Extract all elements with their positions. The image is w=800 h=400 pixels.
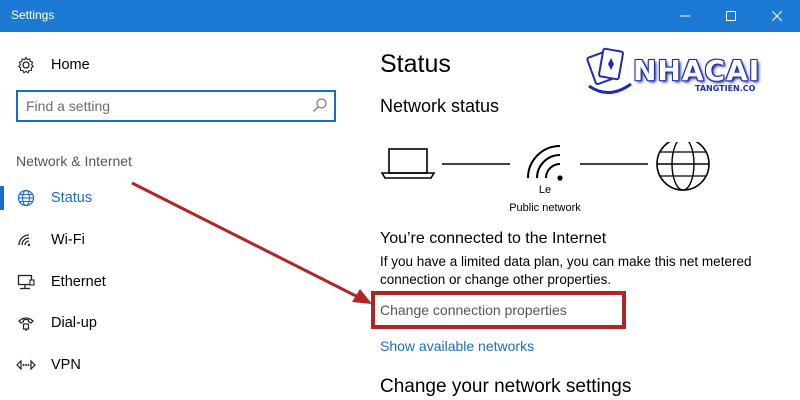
change-connection-properties-link[interactable]: Change connection properties [380,302,567,318]
sidebar-item-label: Home [51,57,90,73]
sidebar-item-wifi[interactable]: Wi-Fi [0,222,360,258]
sidebar-item-status[interactable]: Status [0,180,360,216]
laptop-icon [380,148,436,179]
sidebar-item-label: Ethernet [51,274,106,290]
window-title: Settings [11,8,55,22]
sidebar-item-label: Wi-Fi [51,232,85,248]
vpn-icon [16,355,36,375]
search-input[interactable] [26,96,296,116]
search-icon[interactable] [312,97,328,117]
ethernet-icon [16,272,36,292]
maximize-button[interactable] [708,0,754,32]
logo-subtitle: TANGTIEN.CO [695,84,756,93]
sidebar-item-label: Status [51,190,93,206]
globe-icon [16,188,36,208]
close-icon [772,11,782,21]
page-title: Status [380,50,451,78]
sidebar-item-label: Dial-up [51,315,97,331]
title-bar: Settings [0,0,800,32]
logo-word: NHACAI [633,54,761,87]
gear-icon [16,55,36,75]
cards-icon [586,47,632,94]
sidebar-item-home[interactable]: Home [0,47,360,83]
search-box[interactable] [16,90,336,122]
network-name: Le [538,184,552,196]
network-status-heading: Network status [380,96,500,116]
close-button[interactable] [754,0,800,32]
minimize-icon [680,15,690,17]
wifi-signal-icon [527,145,563,181]
minimize-button[interactable] [662,0,708,32]
globe-icon [656,142,710,191]
sidebar-item-dialup[interactable]: Dial-up [0,305,360,341]
connected-description: If you have a limited data plan, you can… [380,254,752,287]
connected-heading: You’re connected to the Internet [380,230,607,247]
sidebar: Home Network & Internet Status [0,32,360,400]
section-label: Network & Internet [16,153,132,169]
wifi-icon [16,230,36,250]
dialup-icon [16,313,36,333]
maximize-icon [726,11,736,21]
sidebar-item-label: VPN [51,357,81,373]
sidebar-item-ethernet[interactable]: Ethernet [0,264,360,300]
change-settings-heading: Change your network settings [380,376,632,397]
network-type: Public network [509,202,581,214]
sidebar-item-vpn[interactable]: VPN [0,347,360,383]
watermark-logo: NHACAI TANGTIEN.CO [585,44,785,104]
show-available-networks-link[interactable]: Show available networks [380,338,534,354]
